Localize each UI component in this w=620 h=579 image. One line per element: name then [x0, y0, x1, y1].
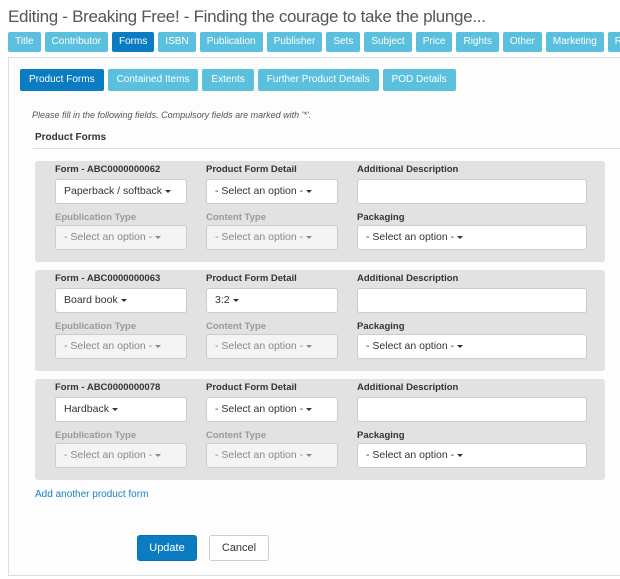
content-type-value: - Select an option -	[215, 231, 304, 243]
content-type-label: Content Type	[206, 212, 266, 223]
product-form-detail-value: - Select an option -	[215, 403, 304, 415]
additional-description-input[interactable]	[357, 288, 587, 313]
content-type-value: - Select an option -	[215, 340, 304, 352]
epublication-type-label: Epublication Type	[55, 321, 137, 332]
add-product-form-link[interactable]: Add another product form	[35, 489, 148, 500]
instructions-text: Please fill in the following fields. Com…	[32, 110, 312, 120]
additional-description-label: Additional Description	[357, 382, 459, 393]
epublication-type-value: - Select an option -	[64, 340, 153, 352]
packaging-select[interactable]: - Select an option -	[357, 334, 587, 359]
subtab-extents[interactable]: Extents	[202, 69, 254, 91]
form-select-value: Board book	[64, 294, 118, 306]
epublication-type-select: - Select an option -	[55, 443, 187, 468]
caret-down-icon	[120, 298, 127, 302]
tab-publisher[interactable]: Publisher	[266, 32, 323, 52]
cancel-button[interactable]: Cancel	[209, 535, 269, 561]
tab-other[interactable]: Other	[502, 32, 542, 52]
product-form-detail-value: - Select an option -	[215, 185, 304, 197]
product-form-detail-value: 3:2	[215, 294, 230, 306]
caret-down-icon	[306, 344, 313, 348]
epublication-type-label: Epublication Type	[55, 430, 137, 441]
page-title: Editing - Breaking Free! - Finding the c…	[8, 7, 486, 26]
epublication-type-value: - Select an option -	[64, 449, 153, 461]
tab-subject[interactable]: Subject	[364, 32, 412, 52]
content-type-value: - Select an option -	[215, 449, 304, 461]
section-heading: Product Forms	[35, 132, 107, 143]
packaging-select[interactable]: - Select an option -	[357, 443, 587, 468]
additional-description-label: Additional Description	[357, 273, 459, 284]
form-select[interactable]: Hardback	[55, 397, 187, 422]
form-select-value: Paperback / softback	[64, 185, 163, 197]
subtab-contained-items[interactable]: Contained Items	[107, 69, 199, 91]
additional-description-input[interactable]	[357, 179, 587, 204]
form-label: Form - ABC0000000078	[55, 382, 161, 393]
additional-description-label: Additional Description	[357, 164, 459, 175]
caret-down-icon	[306, 235, 313, 239]
subtab-product-forms[interactable]: Product Forms	[20, 69, 104, 91]
tab-forms[interactable]: Forms	[112, 32, 155, 52]
product-form-detail-select[interactable]: - Select an option -	[206, 179, 338, 204]
product-form-detail-label: Product Form Detail	[206, 382, 297, 393]
caret-down-icon	[155, 235, 162, 239]
product-form-detail-label: Product Form Detail	[206, 273, 297, 284]
subtab-further-product-details[interactable]: Further Product Details	[257, 69, 379, 91]
tab-marketing[interactable]: Marketing	[545, 32, 604, 52]
tab-sets[interactable]: Sets	[326, 32, 361, 52]
product-form-block: Form - ABC0000000078 Product Form Detail…	[35, 379, 605, 480]
content-type-select: - Select an option -	[206, 225, 338, 250]
epublication-type-select: - Select an option -	[55, 225, 187, 250]
packaging-select[interactable]: - Select an option -	[357, 225, 587, 250]
packaging-label: Packaging	[357, 212, 405, 223]
main-tabs: Title Contributor Forms ISBN Publication…	[8, 32, 620, 52]
form-label: Form - ABC0000000063	[55, 273, 161, 284]
caret-down-icon	[457, 235, 464, 239]
packaging-value: - Select an option -	[366, 231, 455, 243]
content-type-select: - Select an option -	[206, 334, 338, 359]
tab-related[interactable]: Rela	[607, 32, 620, 52]
form-select-value: Hardback	[64, 403, 109, 415]
packaging-label: Packaging	[357, 321, 405, 332]
tab-contributor[interactable]: Contributor	[44, 32, 108, 52]
epublication-type-value: - Select an option -	[64, 231, 153, 243]
product-form-block: Form - ABC0000000062 Product Form Detail…	[35, 161, 605, 262]
form-select[interactable]: Paperback / softback	[55, 179, 187, 204]
divider	[33, 148, 620, 149]
packaging-value: - Select an option -	[366, 340, 455, 352]
caret-down-icon	[155, 453, 162, 457]
tab-title[interactable]: Title	[8, 32, 41, 52]
form-label: Form - ABC0000000062	[55, 164, 161, 175]
tab-isbn[interactable]: ISBN	[158, 32, 196, 52]
caret-down-icon	[457, 344, 464, 348]
additional-description-input[interactable]	[357, 397, 587, 422]
caret-down-icon	[306, 453, 313, 457]
tab-rights[interactable]: Rights	[456, 32, 499, 52]
caret-down-icon	[457, 453, 464, 457]
caret-down-icon	[155, 344, 162, 348]
caret-down-icon	[306, 189, 313, 193]
caret-down-icon	[111, 407, 118, 411]
form-select[interactable]: Board book	[55, 288, 187, 313]
product-form-block: Form - ABC0000000063 Product Form Detail…	[35, 270, 605, 371]
sub-tabs: Product Forms Contained Items Extents Fu…	[20, 69, 456, 91]
subtab-pod-details[interactable]: POD Details	[382, 69, 456, 91]
caret-down-icon	[165, 189, 172, 193]
content-type-label: Content Type	[206, 321, 266, 332]
product-form-detail-select[interactable]: 3:2	[206, 288, 338, 313]
epublication-type-label: Epublication Type	[55, 212, 137, 223]
epublication-type-select: - Select an option -	[55, 334, 187, 359]
caret-down-icon	[232, 298, 239, 302]
tab-price[interactable]: Price	[415, 32, 453, 52]
packaging-value: - Select an option -	[366, 449, 455, 461]
content-type-label: Content Type	[206, 430, 266, 441]
tab-publication[interactable]: Publication	[199, 32, 263, 52]
product-form-detail-label: Product Form Detail	[206, 164, 297, 175]
update-button[interactable]: Update	[137, 535, 197, 561]
product-form-detail-select[interactable]: - Select an option -	[206, 397, 338, 422]
packaging-label: Packaging	[357, 430, 405, 441]
content-type-select: - Select an option -	[206, 443, 338, 468]
caret-down-icon	[306, 407, 313, 411]
